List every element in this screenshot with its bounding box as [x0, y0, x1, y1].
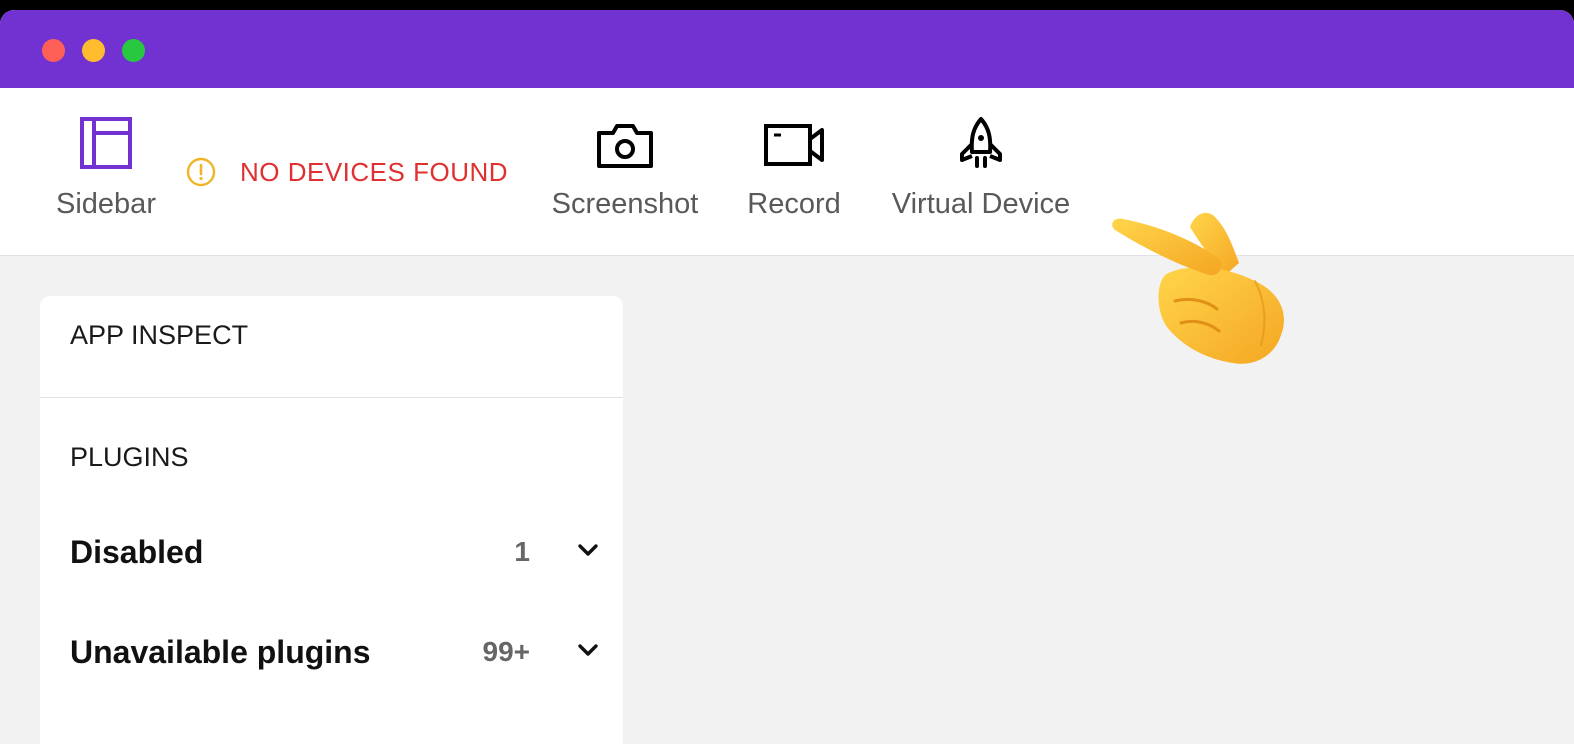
exclamation-circle-icon: [186, 157, 216, 187]
group-label: Disabled: [70, 534, 204, 570]
pointing-hand-icon: [1112, 212, 1284, 364]
camera-icon: [597, 124, 653, 168]
sidebar-toggle-button[interactable]: Sidebar: [46, 88, 166, 255]
divider: [40, 397, 623, 398]
group-label: Unavailable plugins: [70, 634, 371, 670]
plugin-group-disabled[interactable]: Disabled 1: [70, 526, 600, 576]
record-button[interactable]: Record: [738, 88, 850, 255]
sidebar-label: Sidebar: [56, 188, 156, 220]
virtual-device-label: Virtual Device: [891, 188, 1071, 220]
video-camera-icon: [764, 124, 824, 166]
screenshot-label: Screenshot: [551, 188, 699, 220]
rocket-icon: [960, 117, 1002, 168]
plugin-group-unavailable[interactable]: Unavailable plugins 99+: [70, 626, 600, 676]
plugins-section-title: PLUGINS: [70, 442, 189, 472]
group-count-badge: 1: [514, 536, 530, 567]
app-inspect-header[interactable]: APP INSPECT: [70, 320, 248, 351]
toolbar: Sidebar NO DEVICES FOUND Screenshot Reco…: [0, 88, 1574, 256]
zoom-window-button[interactable]: [122, 39, 145, 62]
app-window: Sidebar NO DEVICES FOUND Screenshot Reco…: [0, 10, 1574, 744]
chevron-down-icon[interactable]: [576, 638, 600, 662]
screenshot-button[interactable]: Screenshot: [540, 88, 710, 255]
record-label: Record: [747, 188, 841, 220]
group-count-badge: 99+: [482, 636, 531, 667]
chevron-down-icon[interactable]: [576, 538, 600, 562]
close-window-button[interactable]: [42, 39, 65, 62]
sidebar-layout-icon: [80, 117, 132, 169]
title-bar: [0, 10, 1574, 88]
no-devices-warning: NO DEVICES FOUND: [186, 155, 508, 189]
minimize-window-button[interactable]: [82, 39, 105, 62]
no-devices-text: NO DEVICES FOUND: [240, 156, 509, 187]
virtual-device-button[interactable]: Virtual Device: [876, 88, 1086, 255]
sidebar-panel: APP INSPECT PLUGINS Disabled 1 Unavailab…: [40, 296, 623, 744]
